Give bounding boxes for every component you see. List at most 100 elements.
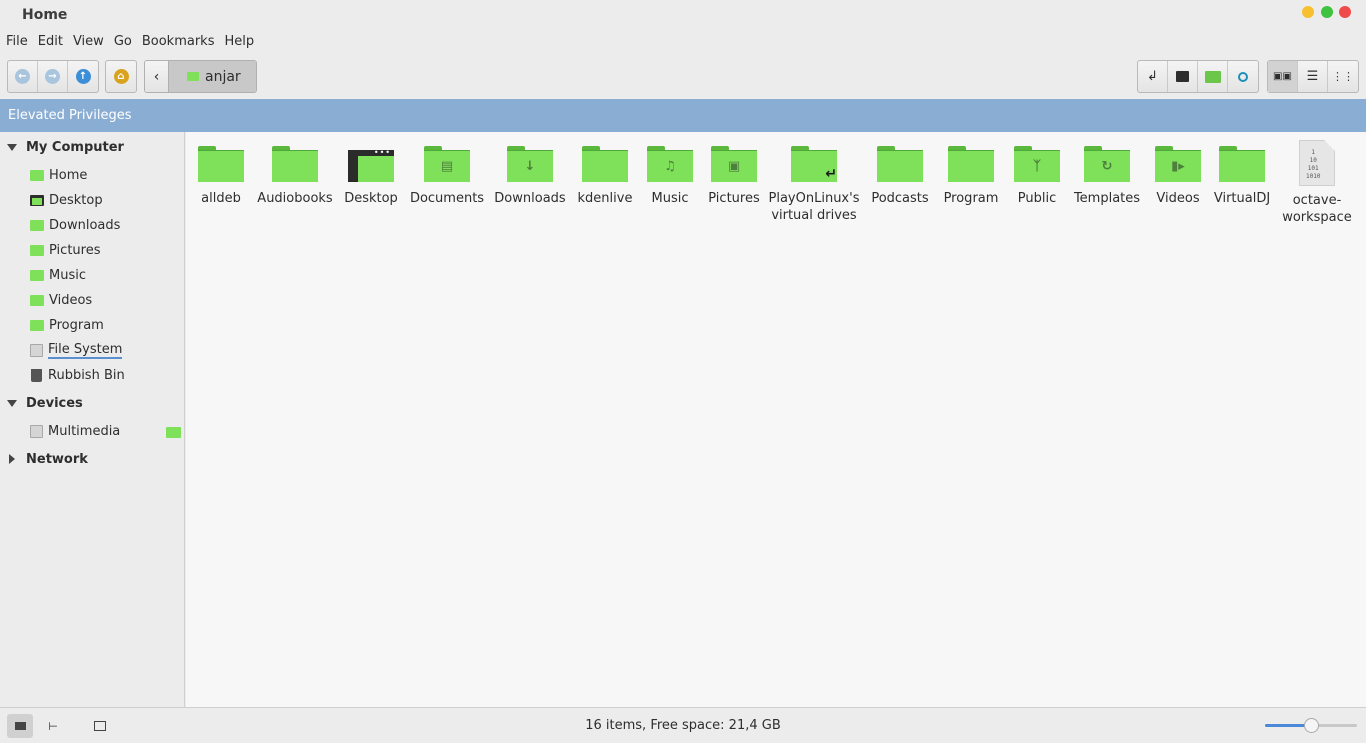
file-item-program[interactable]: Program (942, 144, 1000, 207)
sidebar-item-pictures[interactable]: Pictures (30, 239, 100, 261)
sidebar-item-downloads[interactable]: Downloads (30, 214, 120, 236)
location-entry-icon: ↲ (1147, 69, 1158, 84)
icon-view-button[interactable]: ▣▣ (1268, 61, 1298, 92)
folder-icon (877, 146, 923, 182)
file-name: Music (651, 191, 689, 206)
file-item-alldeb[interactable]: alldeb (197, 144, 245, 207)
sidebar-item-program[interactable]: Program (30, 314, 104, 336)
terminal-button[interactable] (1168, 61, 1198, 92)
file-name: VirtualDJ (1213, 191, 1271, 206)
status-bar: ⊢ 16 items, Free space: 21,4 GB (0, 707, 1366, 743)
file-name: alldeb (201, 191, 241, 206)
forward-button[interactable]: → (38, 61, 68, 92)
home-folder-icon (187, 72, 199, 81)
arrow-right-icon: → (45, 69, 60, 84)
file-item-videos[interactable]: ▮▸ Videos (1152, 144, 1204, 207)
minimize-button[interactable] (1302, 6, 1314, 18)
menu-help[interactable]: Help (224, 31, 254, 53)
menu-edit[interactable]: Edit (38, 31, 63, 53)
home-button[interactable]: ⌂ (106, 61, 136, 92)
home-group: ⌂ (105, 60, 137, 93)
file-item-podcasts[interactable]: Podcasts (871, 144, 929, 207)
sidebar-item-file-system[interactable]: File System (30, 339, 123, 361)
file-item-documents[interactable]: ▤ Documents (409, 144, 485, 207)
file-item-pictures[interactable]: ▣ Pictures (707, 144, 761, 207)
file-view[interactable]: alldeb Audiobooks ••• Desktop ▤ Document… (186, 132, 1366, 707)
section-my-computer[interactable]: My Computer (0, 136, 185, 158)
menu-bar: File Edit View Go Bookmarks Help (0, 31, 1366, 53)
sidebar-item-desktop[interactable]: Desktop (30, 189, 103, 211)
menu-file[interactable]: File (6, 31, 28, 53)
up-button[interactable]: ↑ (68, 61, 98, 92)
toggle-location-button[interactable]: ↲ (1138, 61, 1168, 92)
file-name: Public (1017, 191, 1057, 206)
file-item-desktop[interactable]: ••• Desktop (344, 144, 398, 207)
sidebar-item-label: Rubbish Bin (48, 367, 125, 383)
file-name: Documents (409, 191, 485, 206)
breadcrumb-current[interactable]: anjar (169, 61, 256, 92)
sidebar-item-videos[interactable]: Videos (30, 289, 92, 311)
new-folder-button[interactable] (1198, 61, 1228, 92)
terminal-icon (1176, 71, 1189, 82)
symlink-folder-icon: ↵ (791, 146, 837, 182)
sidebar-item-music[interactable]: Music (30, 264, 86, 286)
sidebar-item-home[interactable]: Home (30, 164, 87, 186)
zoom-slider[interactable] (1265, 718, 1357, 733)
compact-view-button[interactable]: ⋮⋮ (1328, 61, 1358, 92)
section-label: Network (26, 451, 88, 467)
tools-group: ↲ (1137, 60, 1259, 93)
navigation-group: ← → ↑ (7, 60, 99, 93)
zoom-slider-handle[interactable] (1303, 718, 1319, 733)
file-item-music[interactable]: ♫ Music (645, 144, 695, 207)
desktop-icon: ••• (348, 146, 394, 182)
close-button[interactable] (1339, 6, 1351, 18)
file-name: Downloads (494, 191, 566, 206)
elevated-privileges-banner: Elevated Privileges (0, 99, 1366, 132)
section-devices[interactable]: Devices (0, 392, 185, 414)
back-button[interactable]: ← (8, 61, 38, 92)
menu-view[interactable]: View (73, 31, 104, 53)
home-icon: ⌂ (113, 69, 129, 84)
file-item-templates[interactable]: ↻ Templates (1074, 144, 1140, 207)
arrow-left-icon: ← (15, 69, 30, 84)
section-network[interactable]: Network (0, 448, 185, 470)
templates-folder-icon: ↻ (1084, 146, 1130, 182)
file-name: Desktop (344, 191, 398, 206)
sidebar-item-multimedia[interactable]: Multimedia (30, 420, 120, 442)
file-item-audiobooks[interactable]: Audiobooks (257, 144, 333, 207)
sidebar-item-rubbish-bin[interactable]: Rubbish Bin (30, 364, 125, 386)
mounted-folder-icon[interactable] (166, 427, 181, 438)
file-item-virtualdj[interactable]: VirtualDJ (1214, 144, 1270, 207)
file-name: octave-workspace (1282, 193, 1352, 225)
file-item-kdenlive[interactable]: kdenlive (578, 144, 632, 207)
view-group: ▣▣ ☰ ⋮⋮ (1267, 60, 1359, 93)
maximize-button[interactable] (1321, 6, 1333, 18)
file-item-playonlinux[interactable]: ↵ PlayOnLinux's virtual drives (769, 144, 859, 224)
file-item-public[interactable]: ᛉ Public (1012, 144, 1062, 207)
file-name: Videos (1156, 191, 1200, 206)
menu-bookmarks[interactable]: Bookmarks (142, 31, 215, 53)
documents-folder-icon: ▤ (424, 146, 470, 182)
file-item-downloads[interactable]: ↓ Downloads (494, 144, 566, 207)
desktop-icon (30, 194, 44, 206)
drive-icon (30, 343, 43, 357)
file-name: PlayOnLinux's virtual drives (768, 191, 860, 223)
music-folder-icon: ♫ (647, 146, 693, 182)
section-label: Devices (26, 395, 83, 411)
sidebar-item-label: Home (49, 167, 88, 183)
file-name: Pictures (708, 191, 760, 206)
downloads-folder-icon (30, 219, 44, 231)
path-back-button[interactable]: ‹ (145, 61, 169, 92)
sidebar-item-label: Desktop (49, 192, 103, 208)
list-view-button[interactable]: ☰ (1298, 61, 1328, 92)
public-folder-icon: ᛉ (1014, 146, 1060, 182)
sidebar-item-label: Downloads (49, 217, 121, 233)
search-button[interactable] (1228, 61, 1258, 92)
expand-down-icon (7, 399, 17, 407)
menu-go[interactable]: Go (114, 31, 132, 53)
videos-folder-icon (30, 294, 44, 306)
sidebar: My Computer Home Desktop Downloads Pictu… (0, 132, 185, 707)
downloads-folder-icon: ↓ (507, 146, 553, 182)
sidebar-item-label: Multimedia (48, 423, 121, 439)
file-item-octave-workspace[interactable]: 1 10 101 1010 octave-workspace (1282, 140, 1352, 226)
